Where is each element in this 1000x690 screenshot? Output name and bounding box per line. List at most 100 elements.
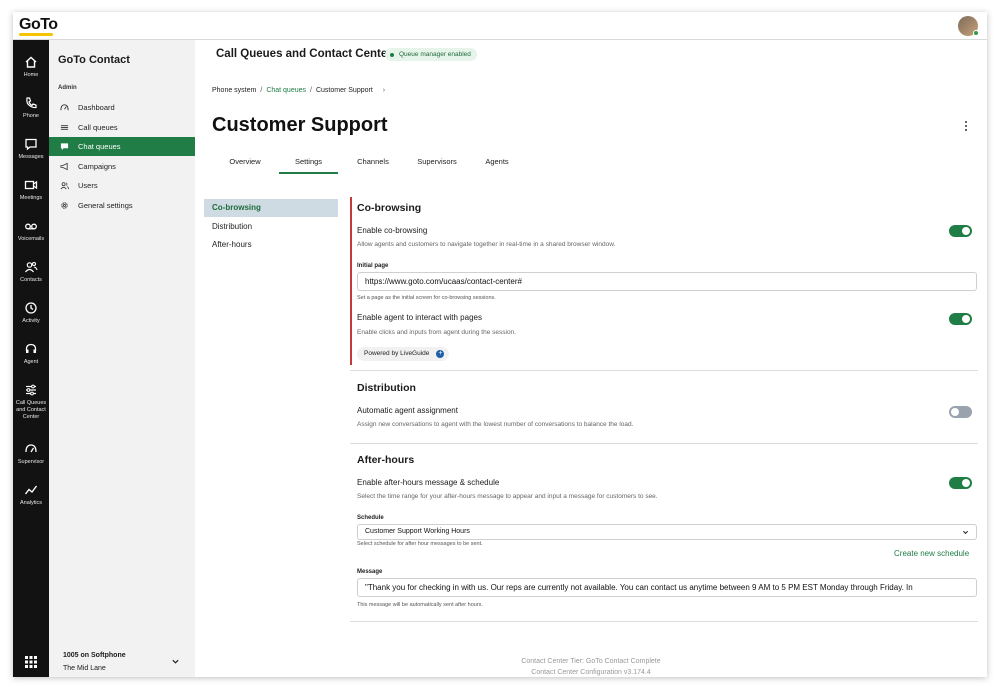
- app-rail: Home Phone Messages Meetings Voicemails …: [13, 40, 49, 677]
- toggle-knob: [962, 227, 970, 235]
- analytics-icon: [24, 485, 38, 495]
- activity-icon: [25, 302, 37, 314]
- tab-settings[interactable]: Settings: [279, 157, 338, 174]
- section-divider: [350, 443, 978, 444]
- section-indicator: [350, 197, 352, 365]
- rail-item-supervisor[interactable]: Supervisor: [13, 439, 49, 475]
- goto-logo[interactable]: GoTo: [19, 16, 58, 34]
- setting-description: Enable clicks and inputs from agent duri…: [357, 329, 516, 336]
- rail-item-agent[interactable]: Agent: [13, 339, 49, 375]
- messages-icon: [25, 138, 37, 151]
- rail-label: Home: [23, 72, 39, 78]
- rail-label-line: Call Queues: [15, 400, 47, 406]
- sidenav-item-call-queues[interactable]: Call queues: [49, 118, 195, 137]
- subnav-item-distribution[interactable]: Distribution: [204, 218, 338, 236]
- rail-label: Analytics: [19, 500, 42, 506]
- sidenav-title: GoTo Contact: [58, 54, 130, 66]
- subnav-item-after-hours[interactable]: After-hours: [204, 236, 338, 254]
- rail-label-line: Center: [22, 414, 40, 420]
- chevron-right-icon[interactable]: ›: [383, 87, 385, 94]
- rail-item-voicemails[interactable]: Voicemails: [13, 216, 49, 252]
- list-icon: [60, 125, 69, 130]
- co-browsing-toggle[interactable]: [949, 225, 972, 237]
- rail-label-line: and Contact: [16, 407, 46, 413]
- gear-icon: [61, 202, 68, 209]
- setting-title: Enable after-hours message & schedule: [357, 478, 500, 487]
- section-heading-distribution: Distribution: [357, 382, 416, 394]
- toggle-knob: [962, 479, 970, 487]
- schedule-select-value: Customer Support Working Hours: [365, 528, 470, 535]
- dashboard-icon: [60, 104, 69, 111]
- rail-item-messages[interactable]: Messages: [13, 134, 49, 170]
- rail-item-meetings[interactable]: Meetings: [13, 175, 49, 211]
- initial-page-input[interactable]: https://www.goto.com/ucaas/contact-cente…: [357, 272, 977, 291]
- message-input[interactable]: "Thank you for checking in with us. Our …: [357, 578, 977, 597]
- plus-icon: +: [436, 350, 445, 358]
- rail-item-activity[interactable]: Activity: [13, 298, 49, 334]
- rail-label: Contacts: [20, 277, 42, 283]
- field-label: Schedule: [357, 515, 384, 521]
- sidenav-item-label: Campaigns: [78, 162, 116, 171]
- version-info: Contact Center Configuration v3.174.4: [531, 669, 651, 676]
- gauge-icon: [25, 444, 37, 453]
- setting-description: Select the time range for your after-hou…: [357, 493, 658, 500]
- schedule-select[interactable]: Customer Support Working Hours: [357, 524, 977, 540]
- campaign-icon: [60, 162, 68, 171]
- tier-info: Contact Center Tier: GoTo Contact Comple…: [521, 658, 661, 665]
- sidenav-item-dashboard[interactable]: Dashboard: [49, 98, 195, 117]
- more-options-icon[interactable]: [964, 120, 968, 132]
- rail-label: Supervisor: [17, 459, 45, 465]
- rail-label: Voicemails: [17, 236, 45, 242]
- setting-title: Enable co-browsing: [357, 226, 428, 235]
- setting-title: Automatic agent assignment: [357, 406, 458, 415]
- sidenav-item-users[interactable]: Users: [49, 176, 195, 195]
- rail-label: Messages: [18, 154, 44, 160]
- powered-by-label: Powered by LiveGuide: [364, 350, 430, 357]
- rail-item-home[interactable]: Home: [13, 52, 49, 88]
- rail-label: Agent: [23, 359, 39, 365]
- phone-icon: [26, 97, 37, 109]
- after-hours-toggle[interactable]: [949, 477, 972, 489]
- field-help: This message will be automatically sent …: [357, 602, 483, 608]
- section-divider: [350, 621, 978, 622]
- rail-item-analytics[interactable]: Analytics: [13, 480, 49, 516]
- field-help: Set a page as the initial screen for co-…: [357, 295, 496, 301]
- app-grid-icon[interactable]: [24, 655, 38, 669]
- powered-by-liveguide[interactable]: Powered by LiveGuide +: [357, 347, 450, 361]
- tab-channels[interactable]: Channels: [352, 157, 394, 174]
- sidenav-item-general-settings[interactable]: General settings: [49, 196, 195, 215]
- setting-title: Enable agent to interact with pages: [357, 313, 482, 322]
- section-divider: [350, 370, 978, 371]
- sidenav-item-label: Call queues: [78, 123, 118, 132]
- rail-item-contacts[interactable]: Contacts: [13, 257, 49, 293]
- softphone-extension[interactable]: 1005 on Softphone: [63, 652, 126, 659]
- app-title: Call Queues and Contact Center: [216, 48, 392, 60]
- tab-overview[interactable]: Overview: [226, 157, 264, 174]
- tab-supervisors[interactable]: Supervisors: [412, 157, 462, 174]
- breadcrumb-separator: /: [310, 87, 312, 94]
- toggle-knob: [962, 315, 970, 323]
- presence-dot: [973, 30, 979, 36]
- agent-interact-toggle[interactable]: [949, 313, 972, 325]
- sidenav: GoTo Contact Admin Dashboard Call queues…: [49, 40, 195, 677]
- rail-item-phone[interactable]: Phone: [13, 93, 49, 129]
- rail-label: Phone: [23, 113, 39, 119]
- users-icon: [60, 182, 69, 190]
- toggle-knob: [951, 408, 959, 416]
- contacts-icon: [25, 261, 38, 273]
- chat-icon: [60, 143, 69, 151]
- rail-item-call-queues-contact-center[interactable]: Call Queues and Contact Center: [13, 380, 49, 430]
- sidenav-item-campaigns[interactable]: Campaigns: [49, 157, 195, 176]
- field-label: Message: [357, 569, 383, 575]
- auto-assignment-toggle[interactable]: [949, 406, 972, 418]
- softphone-location: The Mid Lane: [63, 665, 106, 672]
- tab-agents[interactable]: Agents: [480, 157, 514, 174]
- sidenav-item-chat-queues[interactable]: Chat queues: [49, 137, 195, 156]
- breadcrumb-chat-queues[interactable]: Chat queues: [266, 87, 306, 94]
- chevron-down-icon[interactable]: [171, 657, 180, 666]
- subnav-item-co-browsing[interactable]: Co-browsing: [204, 199, 338, 217]
- breadcrumb: Phone system / Chat queues / Customer Suppor…: [212, 87, 385, 94]
- create-schedule-link[interactable]: Create new schedule: [894, 549, 969, 558]
- breadcrumb-phone-system[interactable]: Phone system: [212, 87, 256, 94]
- breadcrumb-separator: /: [260, 87, 263, 94]
